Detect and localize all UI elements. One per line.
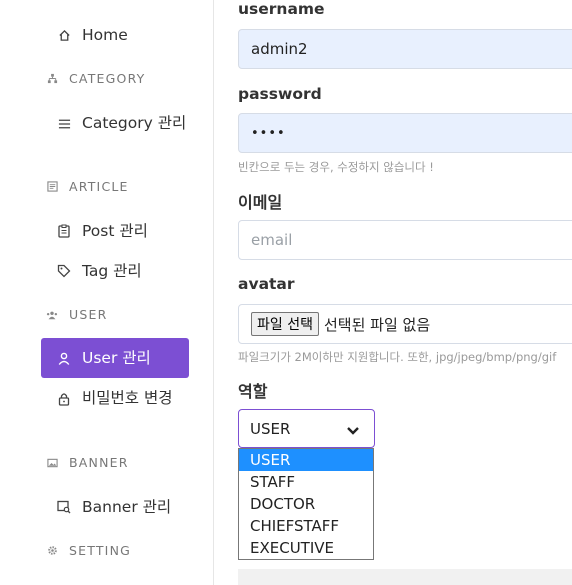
- role-option-user[interactable]: USER: [239, 449, 373, 471]
- user-icon: [57, 351, 71, 365]
- sidebar-item-label: User 관리: [82, 349, 151, 367]
- sidebar-item-category[interactable]: Category 관리: [41, 112, 189, 134]
- avatar-hint: 파일크기가 2M이하만 지원합니다. 또한, jpg/jpeg/bmp/png/…: [238, 350, 557, 364]
- chevron-down-icon: [346, 422, 360, 440]
- avatar-label: avatar: [238, 275, 295, 293]
- image-search-icon: [57, 500, 71, 514]
- sidebar-item-home[interactable]: Home: [41, 24, 189, 46]
- username-label: username: [238, 0, 325, 18]
- sidebar-item-password[interactable]: 비밀번호 변경: [41, 387, 189, 409]
- section-label: ARTICLE: [69, 179, 129, 194]
- role-option-chiefstaff[interactable]: CHIEFSTAFF: [239, 515, 373, 537]
- home-icon: [57, 28, 71, 42]
- section-user: USER: [46, 307, 107, 322]
- sidebar-item-label: Home: [82, 26, 128, 44]
- sidebar: Home CATEGORY Category 관리 ARTICLE Post 관…: [0, 0, 214, 585]
- sidebar-item-label: Banner 관리: [82, 498, 172, 516]
- sidebar-item-post[interactable]: Post 관리: [41, 220, 189, 242]
- image-icon: [46, 457, 58, 469]
- file-status: 선택된 파일 없음: [323, 315, 431, 334]
- users-icon: [46, 309, 58, 321]
- gear-icon: [46, 545, 58, 557]
- section-article: ARTICLE: [46, 179, 129, 194]
- role-select[interactable]: USER: [238, 409, 375, 448]
- section-banner: BANNER: [46, 455, 129, 470]
- role-selected-value: USER: [250, 419, 291, 438]
- sitemap-icon: [46, 73, 58, 85]
- username-input[interactable]: admin2: [238, 29, 572, 69]
- sidebar-item-tag[interactable]: Tag 관리: [41, 260, 189, 282]
- role-dropdown: USER STAFF DOCTOR CHIEFSTAFF EXECUTIVE: [238, 448, 374, 560]
- tag-icon: [57, 264, 71, 278]
- role-option-doctor[interactable]: DOCTOR: [239, 493, 373, 515]
- email-label: 이메일: [238, 193, 283, 212]
- choose-file-button[interactable]: 파일 선택: [251, 312, 319, 336]
- sidebar-item-user[interactable]: User 관리: [41, 338, 189, 378]
- password-label: password: [238, 85, 322, 103]
- email-input[interactable]: email: [238, 220, 572, 260]
- role-option-staff[interactable]: STAFF: [239, 471, 373, 493]
- section-label: USER: [69, 307, 108, 322]
- section-setting: SETTING: [46, 543, 131, 558]
- clipboard-icon: [57, 224, 71, 238]
- role-option-executive[interactable]: EXECUTIVE: [239, 537, 373, 559]
- sidebar-item-label: Tag 관리: [82, 262, 142, 280]
- password-hint: 빈칸으로 두는 경우, 수정하지 않습니다 !: [238, 160, 434, 174]
- sidebar-item-banner[interactable]: Banner 관리: [41, 496, 189, 518]
- section-label: SETTING: [69, 543, 132, 558]
- form-footer: [238, 569, 572, 585]
- section-category: CATEGORY: [46, 71, 146, 86]
- newspaper-icon: [46, 181, 58, 193]
- lock-icon: [57, 392, 71, 406]
- list-icon: [57, 117, 71, 131]
- sidebar-item-label: Post 관리: [82, 222, 148, 240]
- role-label: 역할: [238, 382, 268, 401]
- section-label: BANNER: [69, 455, 129, 470]
- avatar-file-input[interactable]: 파일 선택 선택된 파일 없음: [238, 304, 572, 344]
- sidebar-item-label: 비밀번호 변경: [82, 389, 173, 407]
- sidebar-item-label: Category 관리: [82, 114, 187, 132]
- password-input[interactable]: ••••: [238, 113, 572, 153]
- section-label: CATEGORY: [69, 71, 146, 86]
